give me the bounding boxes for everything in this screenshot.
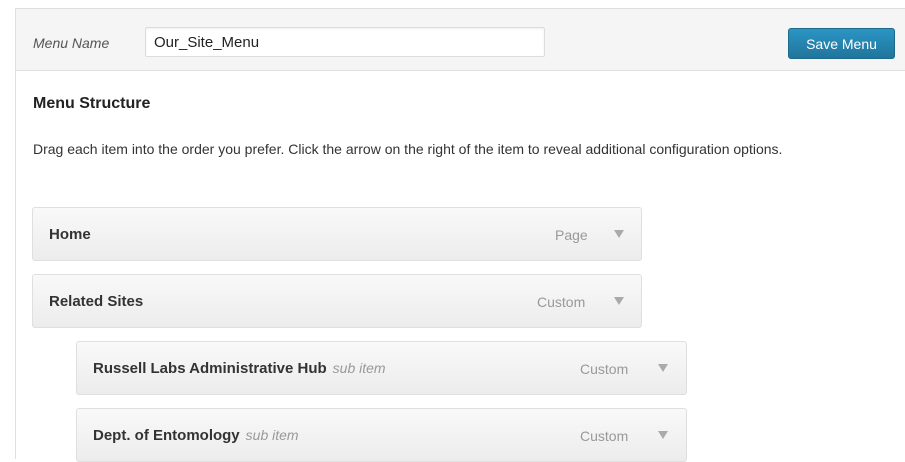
menu-item-type: Custom — [580, 361, 629, 377]
menu-structure-title: Menu Structure — [33, 95, 151, 112]
menu-item-title: Dept. of Entomology sub item — [93, 427, 299, 444]
menu-item-type: Page — [555, 227, 588, 243]
menu-item-home[interactable]: Home Page — [32, 207, 642, 261]
triangle-down-icon[interactable] — [614, 230, 624, 238]
menu-item-title: Home — [49, 226, 91, 243]
sub-item-label: sub item — [332, 360, 386, 376]
menu-name-input[interactable] — [145, 27, 545, 57]
save-menu-button[interactable]: Save Menu — [788, 28, 895, 59]
menu-editor: Menu Name Save Menu Menu Structure Drag … — [15, 8, 905, 462]
triangle-down-icon[interactable] — [658, 364, 668, 372]
menu-item-type: Custom — [580, 428, 629, 444]
menu-item-label: Russell Labs Administrative Hub — [93, 360, 327, 377]
menu-item-label: Related Sites — [49, 293, 144, 310]
menu-item-title: Russell Labs Administrative Hub sub item — [93, 360, 386, 377]
menu-item-type: Custom — [537, 294, 586, 310]
triangle-down-icon[interactable] — [614, 297, 624, 305]
menu-item-label: Dept. of Entomology — [93, 427, 240, 444]
triangle-down-icon[interactable] — [658, 431, 668, 439]
menu-name-label: Menu Name — [33, 35, 110, 51]
menu-item-dept-entomology[interactable]: Dept. of Entomology sub item Custom — [76, 408, 687, 462]
menu-item-related-sites[interactable]: Related Sites Custom — [32, 274, 642, 328]
menu-item-label: Home — [49, 226, 91, 243]
menu-item-title: Related Sites — [49, 293, 143, 310]
menu-header: Menu Name Save Menu — [16, 9, 905, 71]
menu-item-russell-labs[interactable]: Russell Labs Administrative Hub sub item … — [76, 341, 687, 395]
sub-item-label: sub item — [245, 427, 299, 443]
menu-structure-instructions: Drag each item into the order you prefer… — [33, 141, 783, 157]
